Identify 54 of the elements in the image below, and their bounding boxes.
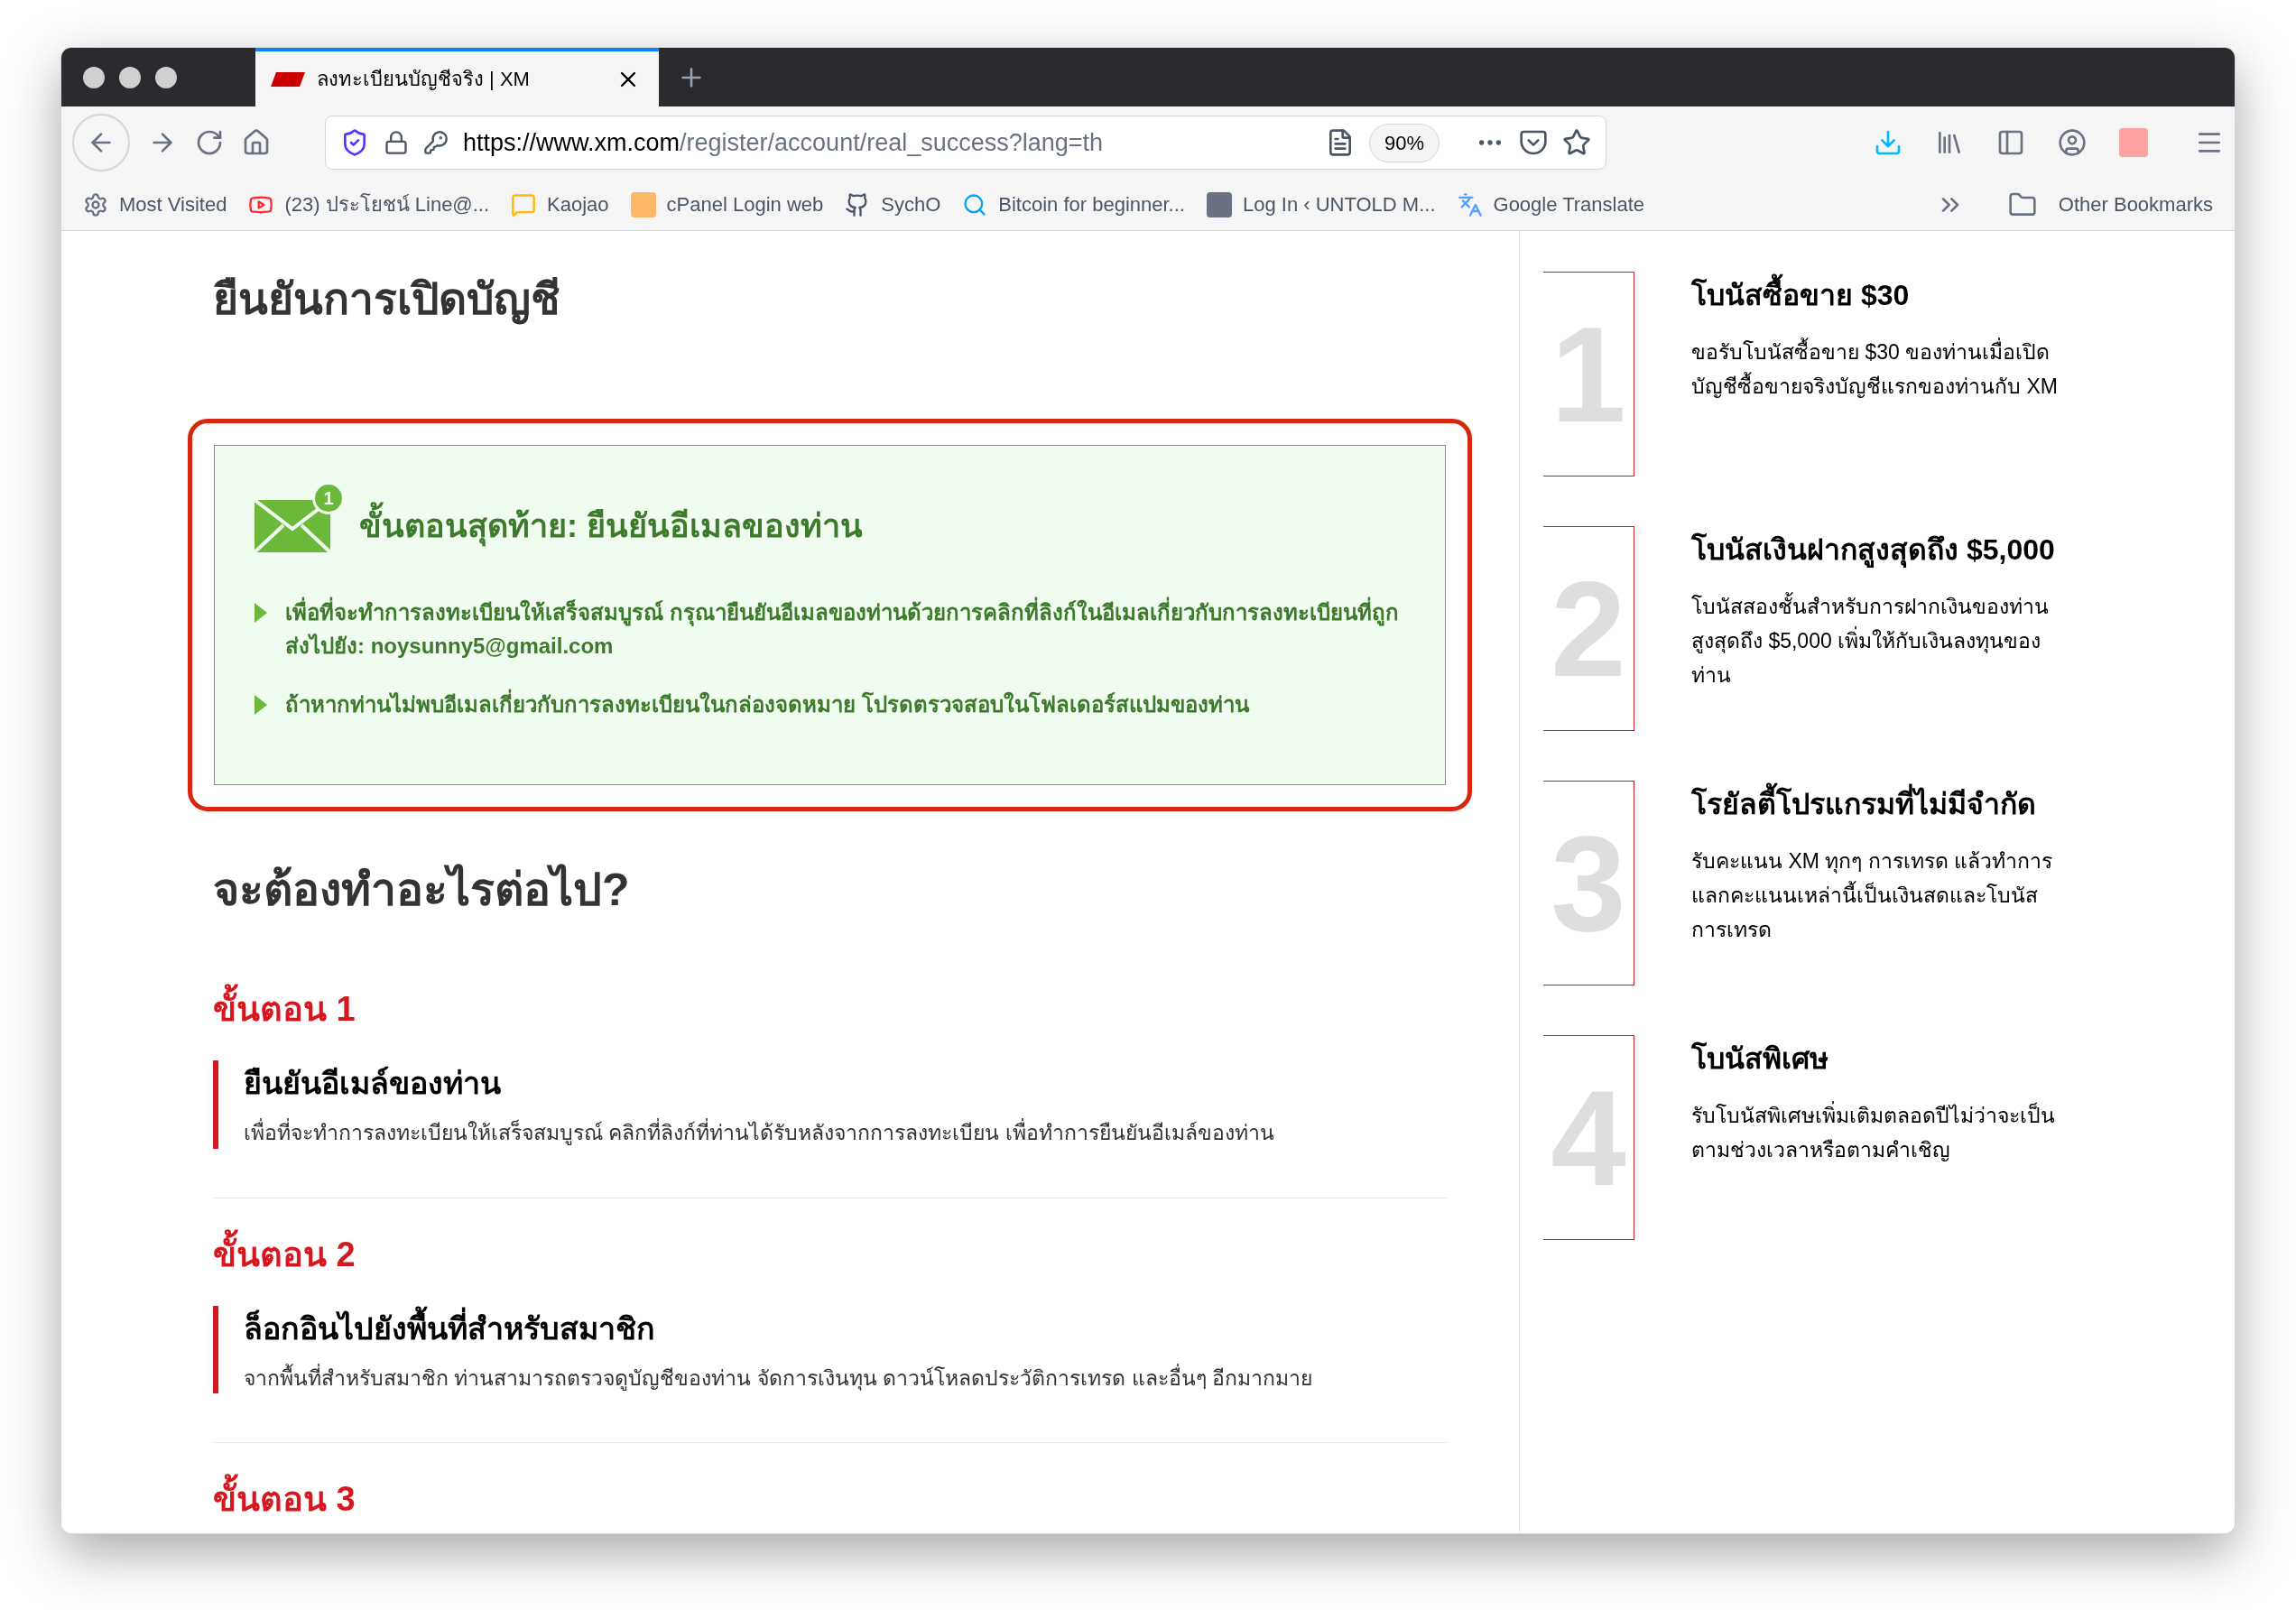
step-label: ขั้นตอน 3 — [213, 1474, 1447, 1525]
bonus-description: รับโบนัสพิเศษเพิ่มเติมตลอดปีไม่ว่าจะเป็นตามช่วงเวลาหรือตามคำเชิญ — [1691, 1098, 2066, 1167]
step-label: ขั้นตอน 1 — [213, 984, 1447, 1035]
search-icon — [962, 191, 988, 217]
tab-title: ลงทะเบียนบัญชีจริง | XM — [317, 67, 531, 92]
bookmark-item[interactable]: Most Visited — [119, 190, 227, 219]
gear-icon — [83, 191, 108, 217]
browser-tab[interactable]: ลงทะเบียนบัญชีจริง | XM — [255, 48, 659, 106]
home-icon[interactable] — [242, 128, 271, 157]
back-button[interactable] — [72, 114, 130, 171]
bookmark-item[interactable]: Log In ‹ UNTOLD M... — [1242, 190, 1436, 219]
minimize-window-icon[interactable] — [119, 66, 141, 88]
bookmark-item[interactable]: Bitcoin for beginner... — [998, 190, 1185, 219]
section-heading: จะต้องทำอะไรต่อไป? — [213, 863, 631, 917]
other-bookmarks[interactable]: Other Bookmarks — [2058, 190, 2213, 219]
translate-icon — [1457, 191, 1483, 217]
notice-text: เพื่อที่จะทำการลงทะเบียนให้เสร็จสมบูรณ์ กรุณายืนยันอีเมลของท่านด้วยการคลิกที่ลิงก์ในอีเมลเกี่ยวกับการลงทะเบียนที่ถูกส่งไปยัง: noysunny5@gmail.com — [285, 596, 1405, 662]
page-title: ยืนยันการเปิดบัญชี — [213, 274, 561, 327]
bonus-title: โบนัสเงินฝากสูงสุดถึง $5,000 — [1691, 532, 2056, 569]
bonus-description: โบนัสสองชั้นสำหรับการฝากเงินของท่านสูงสุดถึง $5,000 เพิ่มให้กับเงินลงทุนของท่าน — [1691, 589, 2066, 692]
maximize-window-icon[interactable] — [155, 66, 177, 88]
url-bar[interactable]: https://www.xm.com/register/account/real_success?lang=th 90% — [325, 116, 1606, 170]
bookmark-item[interactable]: SychO — [881, 190, 941, 219]
notice-heading: ขั้นตอนสุดท้าย: ยืนยันอีเมลของท่าน — [359, 502, 863, 551]
bonus-title: โรยัลตี้โปรแกรมที่ไม่มีจำกัด — [1691, 782, 2066, 826]
reload-icon[interactable] — [195, 128, 224, 157]
bookmark-item[interactable]: cPanel Login web — [666, 190, 824, 219]
chat-icon — [511, 191, 537, 217]
bonus-description: รับคะแนน XM ทุกๆ การเทรด แล้วทำการแลกคะแนนเหล่านี้เป็นเงินสดและโบนัสการเทรด — [1691, 848, 2054, 943]
step-description: จากพื้นที่สำหรับสมาชิก ท่านสามารถตรวจดูบัญชีของท่าน จัดการเงินทุน ดาวน์โหลดประวัติการเทรด และอื่นๆ อีกมากมาย — [244, 1363, 1313, 1393]
sidebar-icon[interactable] — [1996, 128, 2025, 157]
triangle-bullet-icon — [255, 695, 267, 715]
pocket-icon[interactable] — [1519, 128, 1548, 157]
step-label: ขั้นตอน 2 — [213, 1228, 1447, 1281]
url-text: https://www.xm.com/register/account/real_success?lang=th — [463, 127, 1105, 158]
bookmark-item[interactable]: Kaojao — [547, 190, 609, 219]
triangle-bullet-icon — [255, 603, 267, 623]
bonus-title: โบนัสซื้อขาย $30 — [1691, 273, 2066, 317]
bonus-description: ขอรับโบนัสซื้อขาย $30 ของท่านเมื่อเปิดบัญชีซื้อขายจริงบัญชีแรกของท่านกับ XM — [1691, 335, 2066, 403]
bookmark-item[interactable]: (23) ประโยชน์ Line@... — [284, 190, 490, 219]
step-description: เพื่อที่จะทำการลงทะเบียนให้เสร็จสมบูรณ์ คลิกที่ลิงก์ที่ท่านได้รับหลังจากการลงทะเบียน เพื่อทำการยืนยันอีเมล์ของท่าน — [244, 1117, 1447, 1149]
xm-logo-icon — [271, 71, 305, 87]
step-title: ล็อกอินไปยังพื้นที่สำหรับสมาชิก — [244, 1305, 1447, 1352]
bookmark-item[interactable]: Google Translate — [1493, 190, 1645, 219]
zoom-level[interactable]: 90% — [1368, 123, 1440, 162]
account-icon[interactable] — [2058, 128, 2087, 157]
step-title: ยืนยันอีเมล์ของท่าน — [244, 1065, 502, 1102]
notification-badge: 1 — [312, 482, 345, 514]
key-icon — [423, 130, 449, 155]
bookmark-star-icon[interactable] — [1562, 128, 1591, 157]
bonus-title: โบนัสพิเศษ — [1691, 1041, 1829, 1077]
close-window-icon[interactable] — [83, 66, 105, 88]
lock-icon — [384, 130, 409, 155]
notice-text: ถ้าหากท่านไม่พบอีเมลเกี่ยวกับการลงทะเบียนในกล่องจดหมาย โปรดตรวจสอบในโฟลเดอร์สแปมของท่าน — [285, 688, 1249, 721]
